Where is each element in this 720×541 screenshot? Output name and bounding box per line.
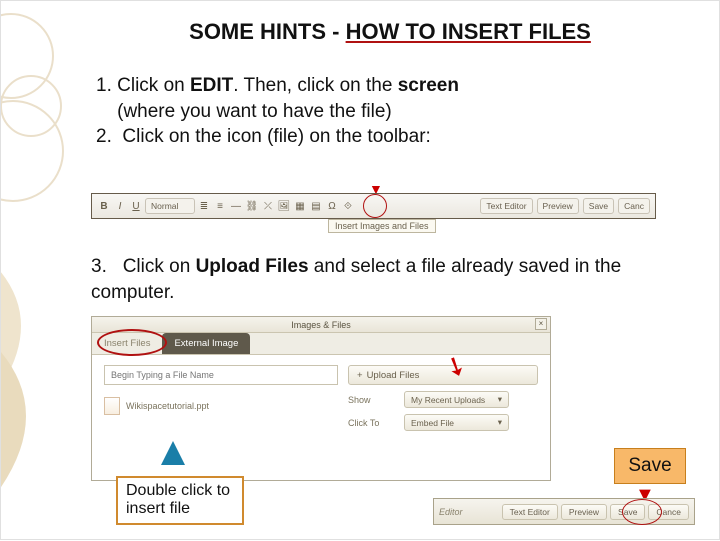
show-label: Show [348, 395, 396, 405]
preview-button-2[interactable]: Preview [561, 504, 607, 520]
clickto-select[interactable]: Embed File▾ [404, 414, 509, 431]
bullet-list-icon[interactable]: ≣ [197, 199, 211, 213]
clickto-label: Click To [348, 418, 396, 428]
filename-input[interactable] [104, 365, 338, 385]
page-title: SOME HINTS - HOW TO INSERT FILES [91, 19, 689, 45]
chevron-down-icon: ▾ [498, 394, 502, 405]
style-select[interactable]: Normal [145, 198, 195, 214]
close-icon[interactable]: × [535, 318, 547, 330]
file-item[interactable]: Wikispacetutorial.ppt [104, 397, 338, 415]
title-prefix: SOME HINTS - [189, 19, 345, 44]
dialog-tabs: Insert Files External Image [92, 333, 550, 355]
underline-icon[interactable]: U [129, 199, 143, 213]
cancel-button[interactable]: Canc [618, 198, 650, 214]
editor-toolbar-bottom: Editor Text Editor Preview Save Cance [433, 498, 695, 525]
background-decoration [1, 1, 91, 541]
link-icon[interactable]: ⛓ [245, 199, 259, 213]
save-button[interactable]: Save [583, 198, 614, 214]
editor-toolbar-screenshot: ▼ B I U Normal ≣ ≡ — ⛓ ⤫ 🖼 ▦ ▤ Ω ⟐ Text … [91, 183, 656, 235]
file-name: Wikispacetutorial.ppt [126, 401, 209, 411]
numbered-list-icon[interactable]: ≡ [213, 199, 227, 213]
preview-button[interactable]: Preview [537, 198, 579, 214]
title-main: HOW TO INSERT FILES [346, 19, 591, 44]
teal-arrow-up-icon [161, 441, 185, 465]
text-editor-button-2[interactable]: Text Editor [502, 504, 558, 520]
tab-external-image[interactable]: External Image [162, 333, 250, 354]
tab-insert-files[interactable]: Insert Files [92, 333, 162, 354]
special-char-icon[interactable]: Ω [325, 199, 339, 213]
editor-label: Editor [439, 507, 463, 517]
dialog-title: Images & Files × [92, 317, 550, 333]
hr-icon[interactable]: — [229, 199, 243, 213]
unlink-icon[interactable]: ⤫ [261, 199, 275, 213]
slide: SOME HINTS - HOW TO INSERT FILES 1. Clic… [0, 0, 720, 540]
italic-icon[interactable]: I [113, 199, 127, 213]
ppt-file-icon [104, 397, 120, 415]
show-select[interactable]: My Recent Uploads▾ [404, 391, 509, 408]
insert-files-tooltip: Insert Images and Files [328, 219, 436, 233]
save-callout: Save [614, 448, 686, 484]
images-files-dialog: Images & Files × Insert Files External I… [91, 316, 551, 481]
code-icon[interactable]: ⟐ [341, 199, 355, 213]
cancel-button-2[interactable]: Cance [648, 504, 689, 520]
plus-icon: + [357, 370, 363, 381]
save-button-2[interactable]: Save [610, 504, 645, 520]
instruction-step-1-2: 1. Click on EDIT. Then, click on the scr… [96, 73, 674, 150]
filename-search-row [104, 365, 338, 385]
table-icon[interactable]: ▤ [309, 199, 323, 213]
toolbar-bar: B I U Normal ≣ ≡ — ⛓ ⤫ 🖼 ▦ ▤ Ω ⟐ Text Ed… [91, 193, 656, 219]
chevron-down-icon: ▾ [498, 417, 502, 428]
bold-icon[interactable]: B [97, 199, 111, 213]
double-click-callout: Double click to insert file [116, 476, 244, 525]
instruction-step-3: 3. Click on Upload Files and select a fi… [91, 254, 644, 305]
media-icon[interactable]: ▦ [293, 199, 307, 213]
insert-file-icon[interactable]: 🖼 [277, 199, 291, 213]
text-editor-button[interactable]: Text Editor [480, 198, 532, 214]
